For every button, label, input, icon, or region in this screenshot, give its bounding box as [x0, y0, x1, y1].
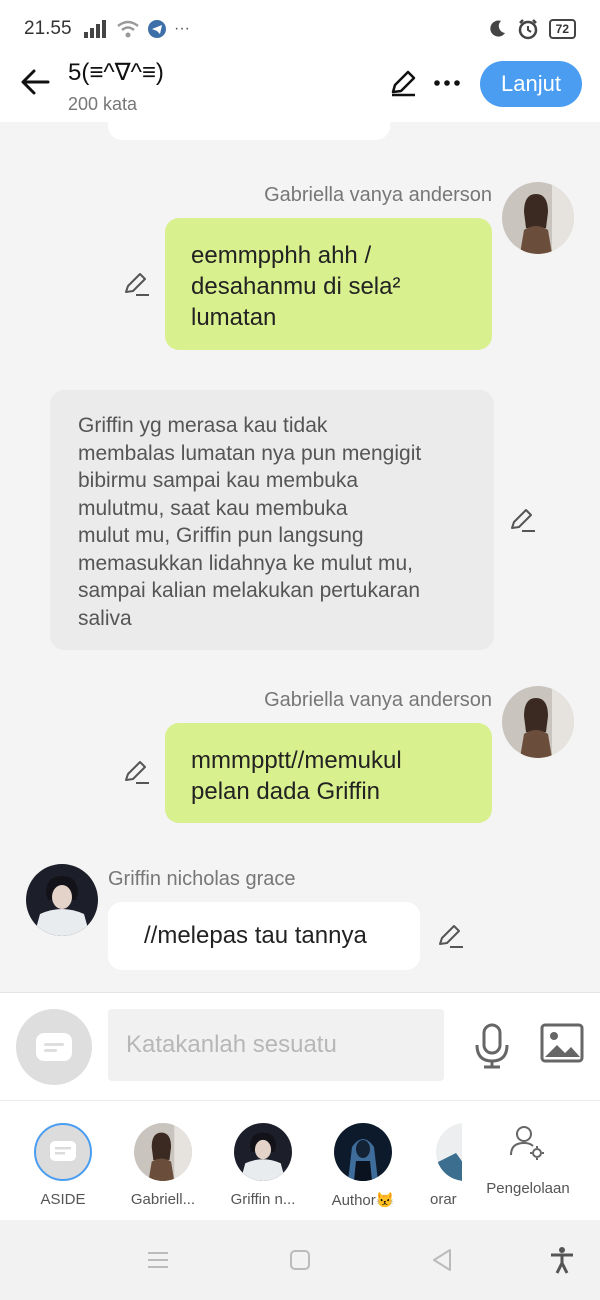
- status-bar: 21.55 ··· 72: [0, 0, 600, 56]
- edit-message-icon[interactable]: [122, 270, 150, 298]
- avatar-griffin[interactable]: [26, 864, 98, 936]
- aside-avatar: [34, 1123, 92, 1181]
- signal-icon: [84, 20, 106, 38]
- chat-bubble-icon: [36, 1033, 72, 1061]
- message-input[interactable]: Katakanlah sesuatu: [108, 1009, 444, 1081]
- wifi-icon: [117, 20, 139, 38]
- character-gabriella[interactable]: Gabriell...: [118, 1123, 208, 1208]
- home-icon[interactable]: [286, 1246, 314, 1274]
- sender-name: Gabriella vanya anderson: [264, 184, 492, 206]
- character-griffin[interactable]: Griffin n...: [218, 1123, 308, 1208]
- character-name: Author😾: [331, 1192, 395, 1209]
- image-icon[interactable]: [540, 1023, 584, 1063]
- previous-message-bubble: [108, 122, 390, 140]
- author-avatar: [334, 1123, 392, 1181]
- character-orar[interactable]: orar: [418, 1123, 462, 1208]
- character-name: orar: [430, 1191, 457, 1208]
- sender-name: Gabriella vanya anderson: [264, 689, 492, 711]
- microphone-icon[interactable]: [472, 1023, 512, 1069]
- orar-avatar: [436, 1123, 462, 1181]
- message-bubble[interactable]: mmmpptt//memukul pelan dada Griffin: [165, 723, 492, 823]
- story-title: 5(≡^∇^≡): [68, 59, 164, 86]
- word-count: 200 kata: [68, 94, 138, 114]
- menu-icon[interactable]: [144, 1246, 172, 1274]
- manage-button[interactable]: Pengelolaan: [478, 1123, 578, 1197]
- character-name: ASIDE: [40, 1191, 86, 1208]
- manage-people-icon: [510, 1126, 544, 1160]
- edit-message-icon[interactable]: [508, 506, 536, 534]
- alarm-icon: [518, 19, 537, 40]
- message-bubble[interactable]: eemmpphh ahh / desahanmu di sela² lumata…: [165, 218, 492, 350]
- edit-pen-icon[interactable]: [388, 68, 418, 98]
- character-name: Gabriell...: [130, 1191, 196, 1208]
- input-bar: Katakanlah sesuatu: [0, 992, 600, 1100]
- system-nav-bar: [0, 1220, 600, 1300]
- battery-indicator: 72: [548, 19, 576, 39]
- character-bar: ASIDE Gabriell... Griffin n... Author😾 o…: [0, 1100, 600, 1220]
- gabriella-avatar: [134, 1123, 192, 1181]
- avatar-gabriella[interactable]: [502, 686, 574, 758]
- narration-toggle-button[interactable]: [16, 1009, 92, 1085]
- telegram-icon: [148, 20, 166, 38]
- character-name: Griffin n...: [230, 1191, 296, 1208]
- status-time: 21.55: [24, 18, 72, 39]
- sender-name: Griffin nicholas grace: [108, 868, 296, 890]
- character-aside[interactable]: ASIDE: [18, 1123, 108, 1208]
- moon-icon: [489, 20, 505, 37]
- back-icon[interactable]: [428, 1246, 456, 1274]
- character-author[interactable]: Author😾: [318, 1123, 408, 1209]
- more-notifications-icon: ···: [174, 20, 190, 37]
- message-bubble[interactable]: //melepas tau tannya: [108, 902, 420, 970]
- more-options-icon[interactable]: [432, 70, 462, 96]
- story-header: 5(≡^∇^≡) 200 kata Lanjut: [0, 56, 600, 122]
- accessibility-icon[interactable]: [548, 1246, 576, 1274]
- back-arrow-icon[interactable]: [18, 64, 54, 100]
- chat-area[interactable]: Gabriella vanya anderson eemmpphh ahh / …: [0, 122, 600, 992]
- edit-message-icon[interactable]: [122, 758, 150, 786]
- avatar-gabriella[interactable]: [502, 182, 574, 254]
- manage-label: Pengelolaan: [486, 1180, 570, 1197]
- next-button[interactable]: Lanjut: [480, 61, 582, 107]
- narration-bubble[interactable]: Griffin yg merasa kau tidak membalas lum…: [50, 390, 494, 650]
- edit-message-icon[interactable]: [436, 922, 464, 950]
- griffin-avatar: [234, 1123, 292, 1181]
